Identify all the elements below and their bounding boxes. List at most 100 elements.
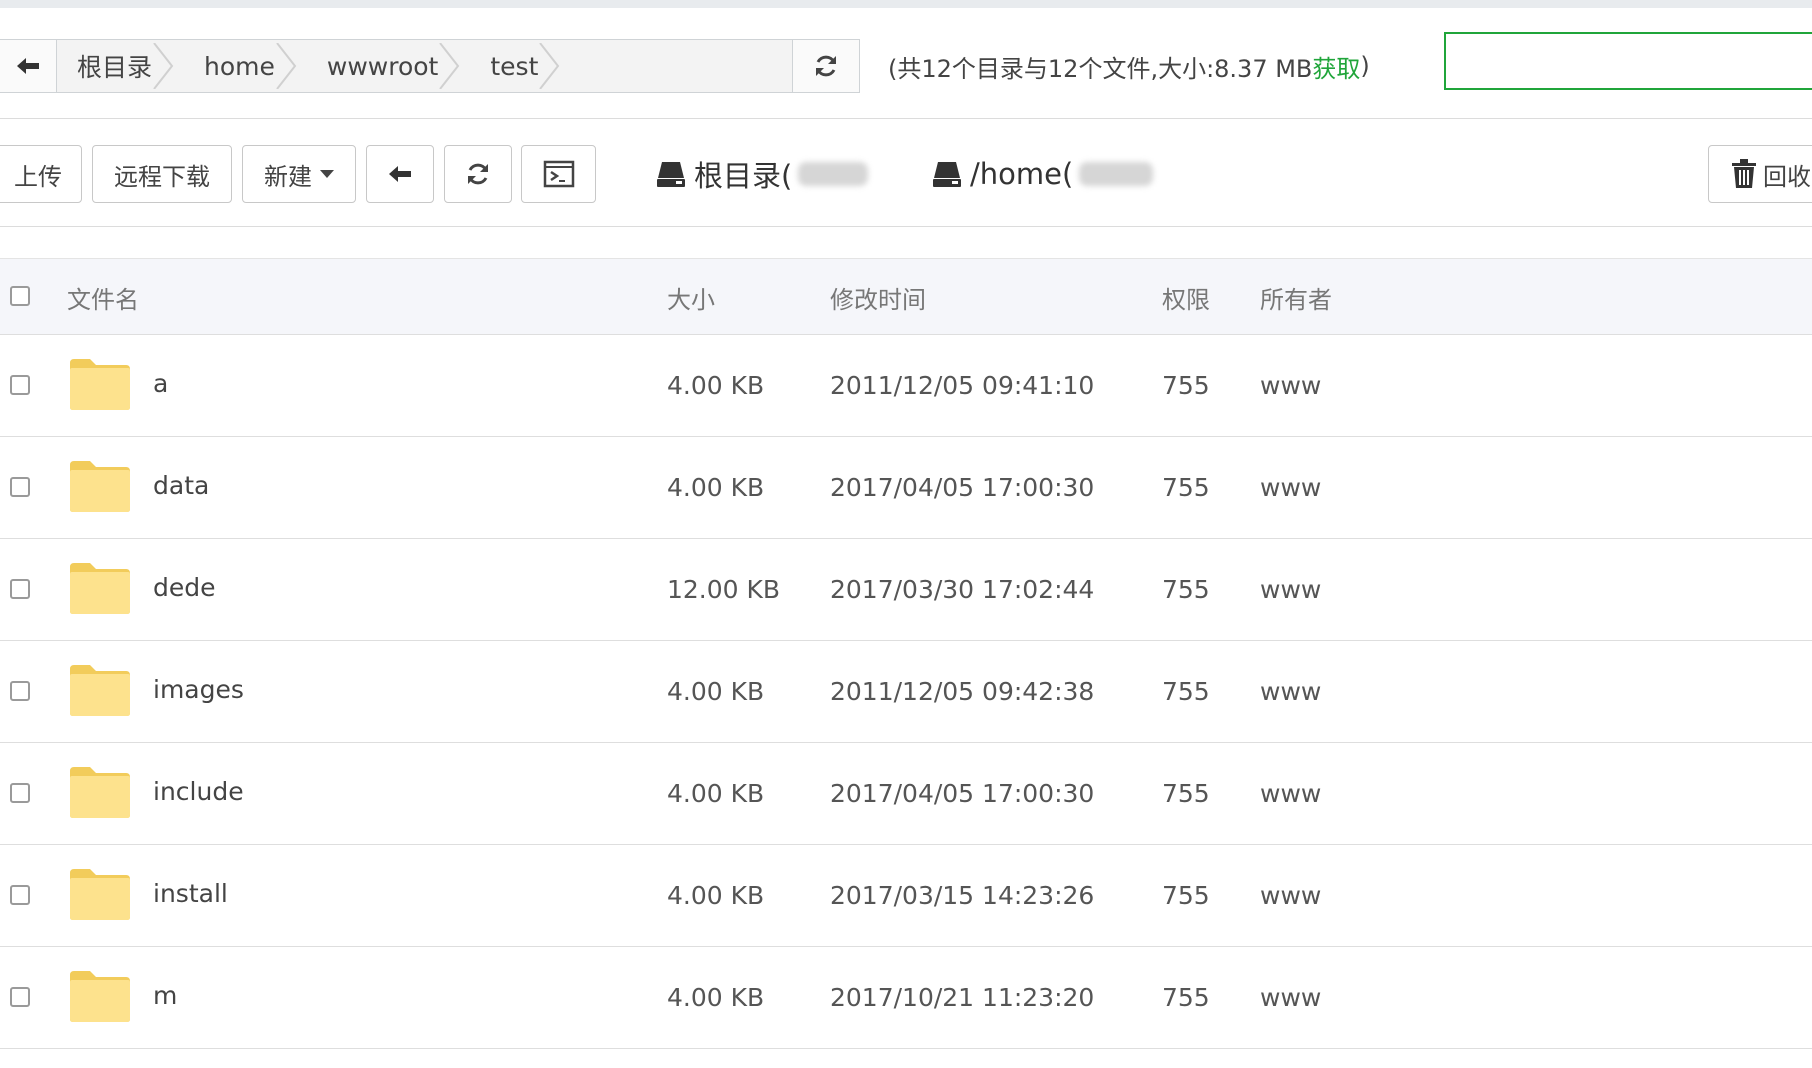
row-checkbox[interactable] (10, 375, 30, 395)
breadcrumb-item-wwwroot[interactable]: wwwroot (305, 40, 468, 92)
path-back-button[interactable] (0, 40, 57, 92)
column-header-owner[interactable]: 所有者 (1260, 259, 1332, 335)
table-row[interactable]: data 4.00 KB 2017/04/05 17:00:30 755 www (0, 437, 1812, 539)
row-checkbox[interactable] (10, 783, 30, 803)
row-checkbox[interactable] (10, 579, 30, 599)
summary-close: ) (1360, 52, 1370, 80)
file-mtime: 2017/04/05 17:00:30 (830, 472, 1095, 502)
file-name[interactable]: include (153, 743, 244, 843)
file-owner[interactable]: www (1260, 437, 1321, 537)
column-header-mtime[interactable]: 修改时间 (830, 259, 926, 335)
path-refresh-button[interactable] (792, 40, 859, 92)
breadcrumb-item-test[interactable]: test (468, 40, 568, 92)
new-label: 新建 (264, 162, 312, 191)
file-owner[interactable]: www (1260, 845, 1321, 945)
file-owner[interactable]: www (1260, 539, 1321, 639)
disk-root[interactable]: 根目录( (656, 153, 869, 195)
search-input[interactable] (1444, 32, 1812, 90)
refresh-button[interactable] (444, 145, 512, 203)
file-owner[interactable]: www (1260, 947, 1321, 1047)
folder-icon (70, 665, 130, 716)
file-mtime: 2011/12/05 09:41:10 (830, 370, 1095, 400)
caret-down-icon (320, 170, 334, 178)
folder-icon (70, 869, 130, 920)
file-owner[interactable]: www (1260, 641, 1321, 741)
select-all-checkbox[interactable] (10, 286, 30, 306)
disk-home[interactable]: /home( (932, 153, 1154, 195)
file-permission[interactable]: 755 (1162, 743, 1210, 843)
file-mtime: 2017/04/05 17:00:30 (830, 778, 1095, 808)
redacted-size (798, 162, 869, 186)
table-row[interactable]: include 4.00 KB 2017/04/05 17:00:30 755 … (0, 743, 1812, 845)
summary-text: (共12个目录与12个文件,大小:8.37 MB (888, 54, 1313, 83)
row-checkbox[interactable] (10, 681, 30, 701)
file-name[interactable]: images (153, 641, 244, 741)
refresh-icon (468, 163, 488, 185)
new-dropdown-button[interactable]: 新建 (242, 145, 356, 203)
remote-download-button[interactable]: 远程下载 (92, 145, 232, 203)
file-size: 4.00 KB (667, 982, 765, 1012)
hdd-icon (657, 162, 685, 187)
upload-button[interactable]: 上传 (0, 145, 82, 203)
row-checkbox[interactable] (10, 987, 30, 1007)
file-table-header: 文件名 大小 修改时间 权限 所有者 (0, 258, 1812, 335)
file-permission[interactable]: 755 (1162, 437, 1210, 537)
upload-label: 上传 (14, 162, 62, 191)
file-mtime: 2017/10/21 11:23:20 (830, 982, 1095, 1012)
file-size: 4.00 KB (667, 370, 765, 400)
file-owner[interactable]: www (1260, 335, 1321, 435)
column-header-permission[interactable]: 权限 (1162, 259, 1210, 335)
file-mtime: 2017/03/15 14:23:26 (830, 880, 1095, 910)
folder-icon (70, 767, 130, 818)
folder-icon (70, 971, 130, 1022)
file-name[interactable]: install (153, 845, 228, 945)
table-row[interactable]: m 4.00 KB 2017/10/21 11:23:20 755 www (0, 947, 1812, 1049)
file-name[interactable]: dede (153, 539, 216, 639)
column-header-size[interactable]: 大小 (667, 259, 715, 335)
redacted-size (1079, 162, 1154, 186)
file-permission[interactable]: 755 (1162, 335, 1210, 435)
file-mtime: 2011/12/05 09:42:38 (830, 676, 1095, 706)
arrow-left-icon (389, 166, 411, 182)
breadcrumb-item-root[interactable]: 根目录 (57, 40, 182, 92)
table-row[interactable]: dede 12.00 KB 2017/03/30 17:02:44 755 ww… (0, 539, 1812, 641)
file-permission[interactable]: 755 (1162, 947, 1210, 1047)
table-row[interactable]: images 4.00 KB 2011/12/05 09:42:38 755 w… (0, 641, 1812, 743)
back-button[interactable] (366, 145, 434, 203)
table-row[interactable]: a 4.00 KB 2011/12/05 09:41:10 755 www (0, 335, 1812, 437)
file-name[interactable]: data (153, 437, 209, 537)
table-row[interactable]: install 4.00 KB 2017/03/15 14:23:26 755 … (0, 845, 1812, 947)
breadcrumb-item-home[interactable]: home (182, 40, 305, 92)
file-permission[interactable]: 755 (1162, 845, 1210, 945)
file-name[interactable]: m (153, 947, 177, 1047)
file-size: 12.00 KB (667, 574, 781, 604)
trash-icon (1732, 159, 1756, 188)
get-size-link[interactable]: 获取 (1312, 49, 1360, 84)
file-size: 4.00 KB (667, 472, 765, 502)
file-size: 4.00 KB (667, 778, 765, 808)
hdd-icon (933, 162, 961, 187)
file-permission[interactable]: 755 (1162, 539, 1210, 639)
toolbar: 上传 远程下载 新建 根目录(/home(回收 (0, 145, 1812, 203)
directory-summary: (共12个目录与12个文件,大小:8.37 MB 获取 ) (888, 48, 1370, 84)
row-checkbox[interactable] (10, 477, 30, 497)
folder-icon (70, 461, 130, 512)
top-strip (0, 0, 1812, 8)
remote-download-label: 远程下载 (114, 162, 210, 191)
divider (0, 226, 1812, 227)
file-mtime: 2017/03/30 17:02:44 (830, 574, 1095, 604)
breadcrumb-separator-icon (539, 43, 560, 89)
row-checkbox[interactable] (10, 885, 30, 905)
breadcrumb-label: wwwroot (326, 51, 439, 81)
file-size: 4.00 KB (667, 880, 765, 910)
terminal-button[interactable] (521, 145, 596, 203)
disk-label: 根目录( (694, 159, 793, 193)
recycle-bin-label: 回收 (1763, 162, 1811, 191)
folder-icon (70, 563, 130, 614)
file-permission[interactable]: 755 (1162, 641, 1210, 741)
recycle-bin-button[interactable]: 回收 (1708, 145, 1812, 203)
column-header-name[interactable]: 文件名 (67, 259, 139, 335)
refresh-icon (816, 55, 836, 77)
file-owner[interactable]: www (1260, 743, 1321, 843)
file-name[interactable]: a (153, 335, 168, 435)
